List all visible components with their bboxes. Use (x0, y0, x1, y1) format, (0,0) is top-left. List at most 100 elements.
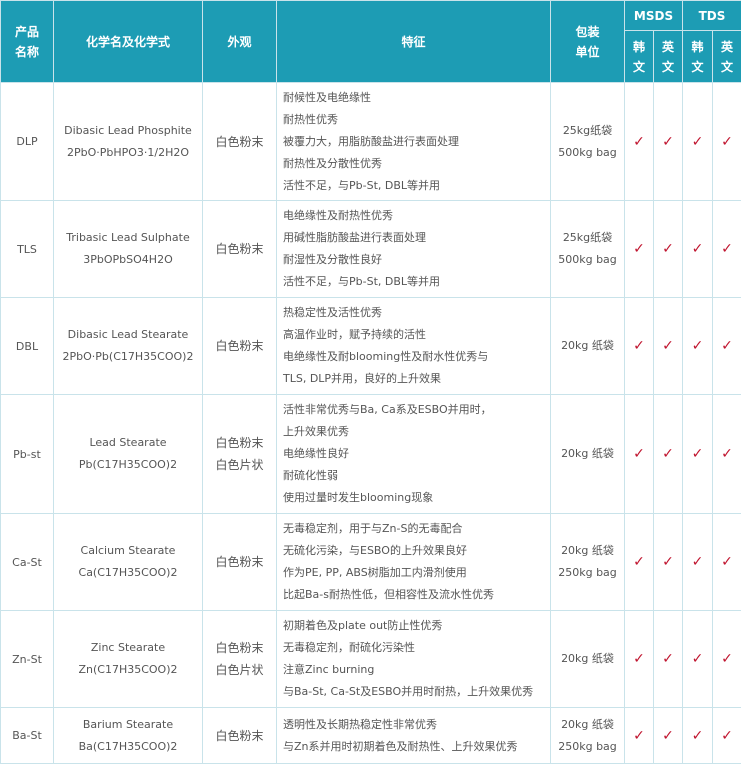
pack-line: 25kg纸袋 (562, 123, 613, 137)
look-line: 白色粉末 (215, 436, 264, 450)
tds-korean-cell[interactable]: ✓ (682, 297, 713, 395)
pack-line: 20kg 纸袋 (561, 717, 614, 731)
msds-english-cell[interactable]: ✓ (653, 297, 683, 395)
tds-english-cell[interactable]: ✓ (711, 394, 741, 514)
check-icon[interactable]: ✓ (633, 134, 645, 150)
check-icon[interactable]: ✓ (721, 651, 733, 667)
msds-english-cell[interactable]: ✓ (653, 394, 683, 514)
check-icon[interactable]: ✓ (692, 241, 704, 257)
msds-english-cell[interactable]: ✓ (653, 200, 683, 298)
packing-cell: 25kg纸袋 500kg bag (550, 82, 625, 201)
feature-line: 电绝缘性良好 (283, 447, 349, 460)
feature-line: 与Ba-St, Ca-St及ESBO并用时耐热，上升效果优秀 (283, 685, 534, 698)
check-icon[interactable]: ✓ (692, 554, 704, 570)
header-msds-korean: 韩文 (624, 30, 654, 83)
product-table: 产品 名称 化学名及化学式 外观 特征 包装 单位 MSDS TDS 韩文 英文 韩… (0, 0, 741, 764)
chemical-cell: Tribasic Lead Sulphate 3PbOPbSO4H2O (53, 200, 203, 298)
check-icon[interactable]: ✓ (662, 651, 674, 667)
feature-line: 电绝缘性及耐热性优秀 (283, 209, 393, 222)
feature-line: 与Zn系并用时初期着色及耐热性、上升效果优秀 (283, 739, 518, 753)
appearance-cell: 白色粉末 白色片状 (202, 394, 277, 514)
feature-line: 活性不足，与Pb-St, DBL等并用 (283, 178, 441, 192)
check-icon[interactable]: ✓ (662, 241, 674, 257)
check-icon[interactable]: ✓ (721, 338, 733, 354)
check-icon[interactable]: ✓ (662, 338, 674, 354)
tds-korean-cell[interactable]: ✓ (682, 200, 713, 298)
look-line: 白色粉末 (215, 555, 264, 569)
table-row: DLP Dibasic Lead Phosphite 2PbO·PbHPO3·1… (0, 82, 741, 201)
feature-line: TLS, DLP并用，良好的上升效果 (283, 372, 442, 385)
check-icon[interactable]: ✓ (721, 446, 733, 462)
tds-english-cell[interactable]: ✓ (711, 82, 741, 201)
check-icon[interactable]: ✓ (633, 651, 645, 667)
chemical-formula: 3PbOPbSO4H2O (83, 253, 173, 266)
tds-english-cell[interactable]: ✓ (711, 610, 741, 708)
table-row: TLS Tribasic Lead Sulphate 3PbOPbSO4H2O … (0, 200, 741, 298)
tds-english-cell[interactable]: ✓ (711, 200, 741, 298)
msds-korean-cell[interactable]: ✓ (624, 513, 654, 611)
appearance-cell: 白色粉末 白色片状 (202, 610, 277, 708)
check-icon[interactable]: ✓ (662, 446, 674, 462)
tds-korean-cell[interactable]: ✓ (682, 513, 713, 611)
feature-line: 注意Zinc burning (283, 663, 375, 676)
chemical-name: Calcium Stearate (80, 544, 176, 557)
product-code: Zn-St (0, 610, 54, 708)
tds-korean-cell[interactable]: ✓ (682, 707, 713, 764)
pack-line: 500kg bag (558, 145, 617, 159)
check-icon[interactable]: ✓ (662, 554, 674, 570)
feature-line: 耐热性优秀 (283, 112, 338, 126)
check-icon[interactable]: ✓ (633, 338, 645, 354)
tds-english-cell[interactable]: ✓ (711, 513, 741, 611)
chemical-formula: Ca(C17H35COO)2 (78, 566, 178, 579)
msds-korean-cell[interactable]: ✓ (624, 200, 654, 298)
msds-english-cell[interactable]: ✓ (653, 610, 683, 708)
tds-english-cell[interactable]: ✓ (711, 297, 741, 395)
look-line: 白色粉末 (215, 641, 264, 655)
appearance-cell: 白色粉末 (202, 82, 277, 201)
check-icon[interactable]: ✓ (633, 446, 645, 462)
check-icon[interactable]: ✓ (662, 728, 674, 744)
chemical-name: Lead Stearate (89, 436, 167, 449)
header-appearance: 外观 (202, 0, 277, 83)
chemical-cell: Calcium Stearate Ca(C17H35COO)2 (53, 513, 203, 611)
table-row: Ba-St Barium Stearate Ba(C17H35COO)2 白色粉… (0, 707, 741, 764)
tds-korean-cell[interactable]: ✓ (682, 610, 713, 708)
feature-line: 高温作业时，赋予持续的活性 (283, 328, 426, 341)
msds-korean-cell[interactable]: ✓ (624, 707, 654, 764)
msds-english-cell[interactable]: ✓ (653, 513, 683, 611)
feature-line: 透明性及长期热稳定性非常优秀 (283, 717, 437, 731)
check-icon[interactable]: ✓ (692, 338, 704, 354)
msds-korean-cell[interactable]: ✓ (624, 297, 654, 395)
chemical-cell: Lead Stearate Pb(C17H35COO)2 (53, 394, 203, 514)
check-icon[interactable]: ✓ (633, 241, 645, 257)
check-icon[interactable]: ✓ (633, 728, 645, 744)
check-icon[interactable]: ✓ (721, 728, 733, 744)
msds-korean-cell[interactable]: ✓ (624, 82, 654, 201)
feature-line: 耐热性及分散性优秀 (283, 156, 382, 170)
check-icon[interactable]: ✓ (721, 554, 733, 570)
check-icon[interactable]: ✓ (692, 728, 704, 744)
check-icon[interactable]: ✓ (662, 134, 674, 150)
tds-korean-cell[interactable]: ✓ (682, 394, 713, 514)
check-icon[interactable]: ✓ (692, 446, 704, 462)
chemical-formula: 2PbO·PbHPO3·1/2H2O (66, 145, 190, 159)
chemical-formula: 2PbO·Pb(C17H35COO)2 (62, 350, 194, 363)
feature-line: 无毒稳定剂，耐硫化污染性 (283, 641, 415, 654)
msds-english-cell[interactable]: ✓ (653, 82, 683, 201)
check-icon[interactable]: ✓ (692, 651, 704, 667)
tds-english-cell[interactable]: ✓ (711, 707, 741, 764)
pack-line: 20kg 纸袋 (561, 544, 614, 557)
chemical-name: Barium Stearate (82, 717, 174, 731)
check-icon[interactable]: ✓ (721, 241, 733, 257)
feature-line: 无毒稳定剂，用于与Zn-S的无毒配合 (283, 522, 463, 535)
check-icon[interactable]: ✓ (721, 134, 733, 150)
feature-line: 耐湿性及分散性良好 (283, 253, 382, 266)
msds-english-cell[interactable]: ✓ (653, 707, 683, 764)
msds-korean-cell[interactable]: ✓ (624, 610, 654, 708)
look-line: 白色粉末 (215, 242, 264, 256)
msds-korean-cell[interactable]: ✓ (624, 394, 654, 514)
table-row: DBL Dibasic Lead Stearate 2PbO·Pb(C17H35… (0, 297, 741, 395)
check-icon[interactable]: ✓ (633, 554, 645, 570)
check-icon[interactable]: ✓ (692, 134, 704, 150)
tds-korean-cell[interactable]: ✓ (682, 82, 713, 201)
